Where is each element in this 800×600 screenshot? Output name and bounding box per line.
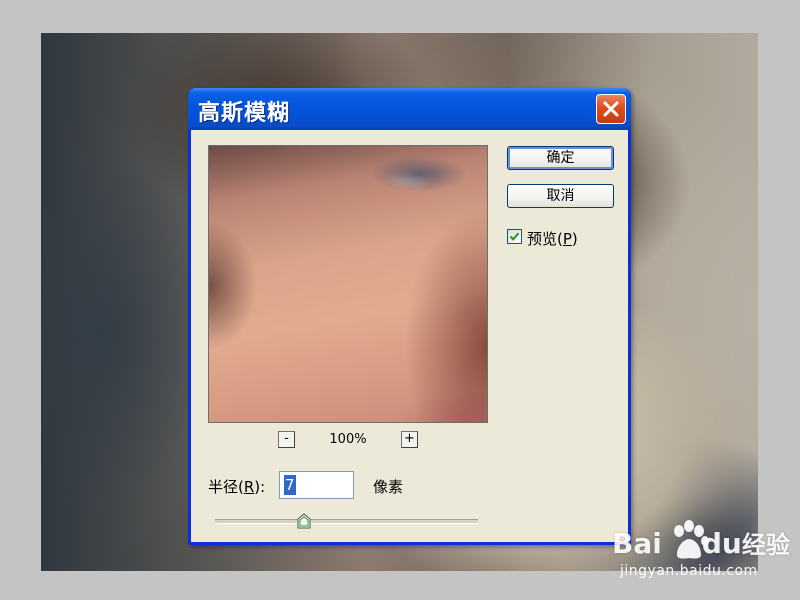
gaussian-blur-dialog: 高斯模糊 - 100% + 半径(R): 7 像素 确定 取消 预览(P) xyxy=(188,88,631,545)
cancel-button[interactable]: 取消 xyxy=(507,184,614,208)
zoom-in-button[interactable]: + xyxy=(401,431,418,448)
dialog-titlebar[interactable]: 高斯模糊 xyxy=(188,88,631,130)
ok-button[interactable]: 确定 xyxy=(507,146,614,170)
screen: 高斯模糊 - 100% + 半径(R): 7 像素 确定 取消 预览(P) Ba… xyxy=(0,0,800,600)
radius-slider[interactable] xyxy=(215,513,478,536)
slider-thumb-icon xyxy=(297,513,311,529)
radius-value: 7 xyxy=(284,475,296,495)
slider-track xyxy=(215,519,478,524)
radius-control: 半径(R): 7 像素 xyxy=(208,471,508,499)
radius-input[interactable]: 7 xyxy=(279,471,354,499)
baidu-paw-icon xyxy=(674,520,709,559)
checkbox[interactable] xyxy=(507,229,522,244)
zoom-out-button[interactable]: - xyxy=(278,431,295,448)
watermark-url: jingyan.baidu.com xyxy=(620,563,758,579)
radius-label: 半径(R): xyxy=(208,478,266,496)
zoom-level: 100% xyxy=(329,432,367,447)
checkmark-icon xyxy=(509,232,520,241)
close-button[interactable] xyxy=(596,94,626,124)
preview-checkbox[interactable]: 预览(P) xyxy=(507,227,617,248)
baidu-jingyan-watermark: Bai du经验 jingyan.baidu.com xyxy=(612,513,792,593)
close-icon xyxy=(603,101,619,117)
dialog-title: 高斯模糊 xyxy=(198,101,291,126)
preview-label: 预览(P) xyxy=(527,230,578,248)
radius-unit-label: 像素 xyxy=(373,478,404,496)
zoom-controls: - 100% + xyxy=(208,431,488,451)
filter-preview-window[interactable] xyxy=(208,145,488,423)
slider-thumb[interactable] xyxy=(297,513,311,529)
